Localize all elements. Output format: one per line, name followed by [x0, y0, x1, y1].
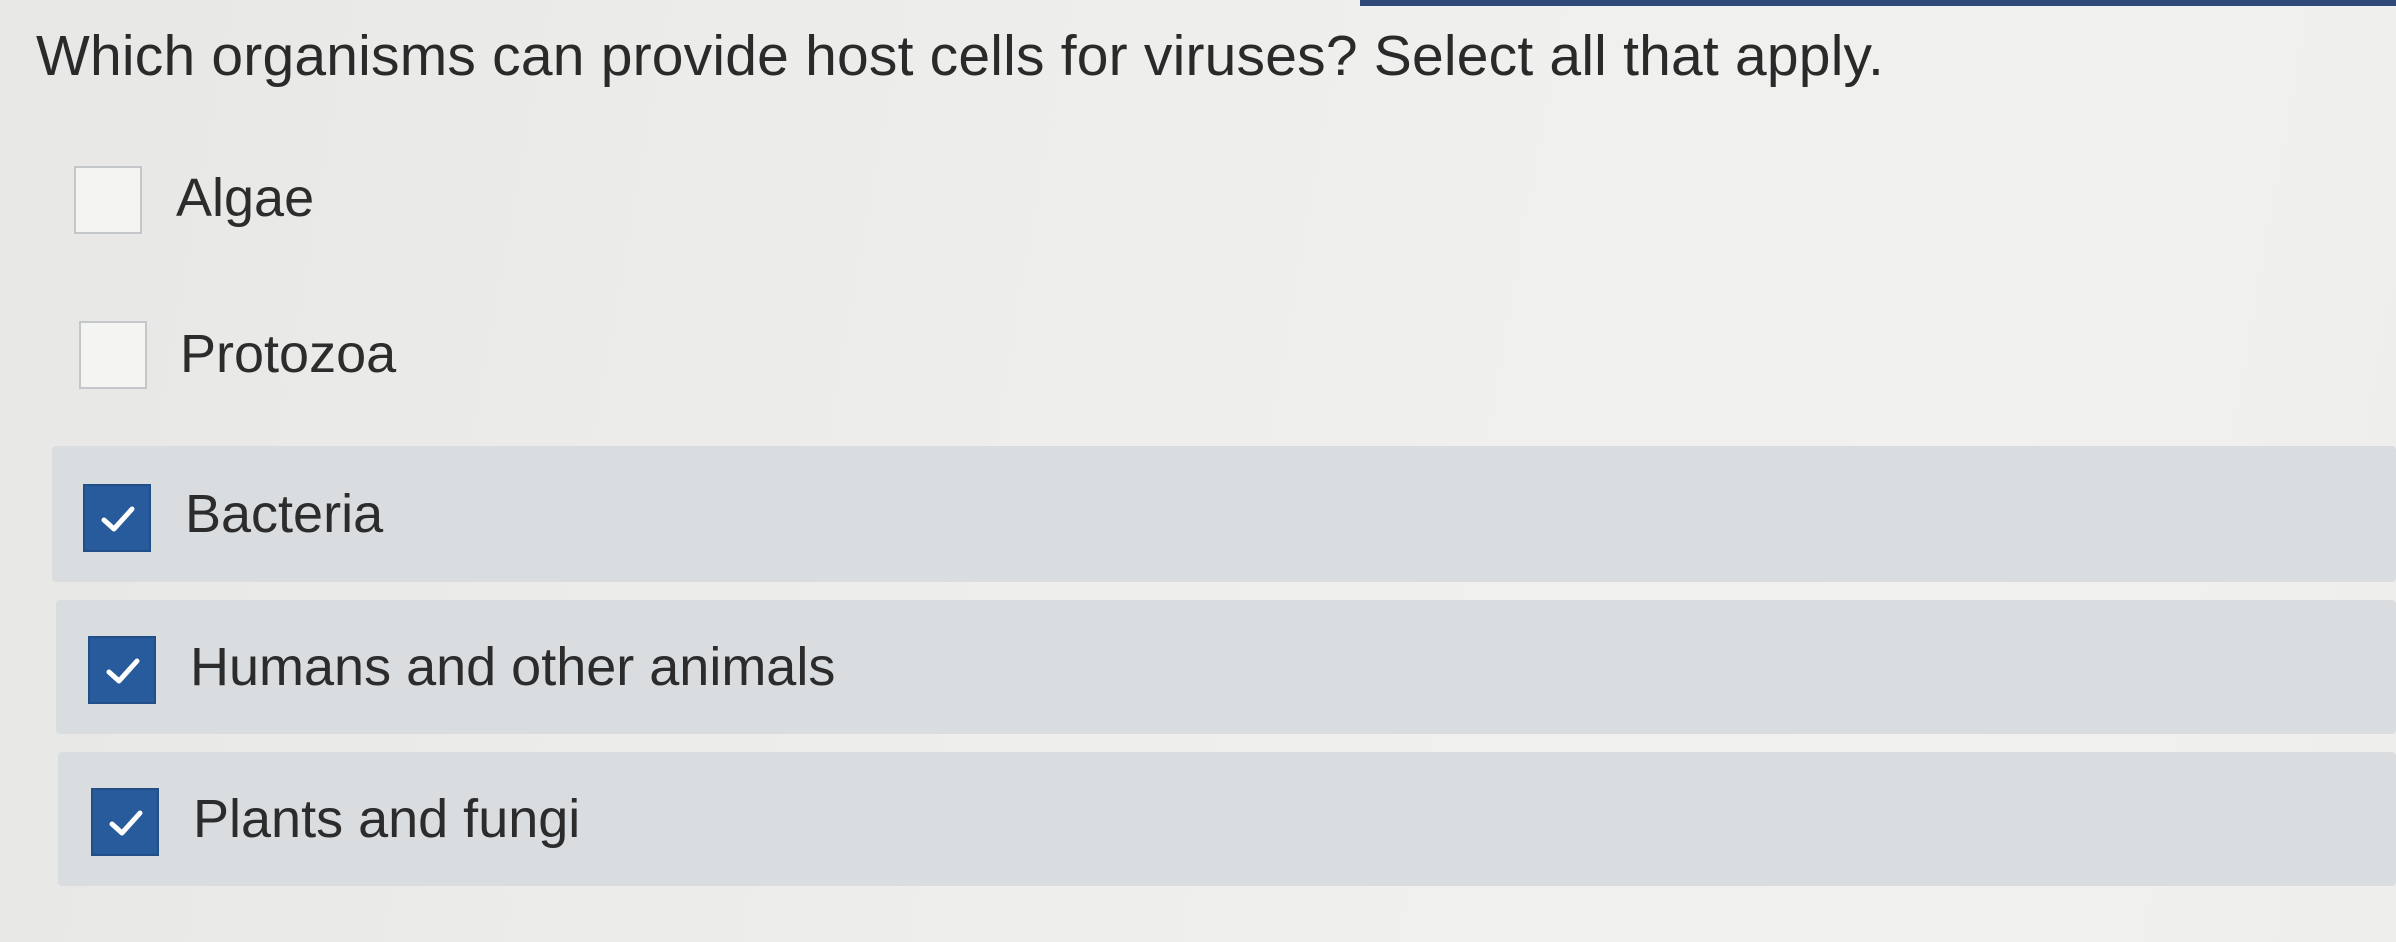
option-label: Plants and fungi: [193, 789, 581, 849]
option-protozoa[interactable]: Protozoa: [52, 318, 2372, 389]
answer-options: Algae Protozoa Bacteria Humans and other…: [0, 0, 2396, 942]
option-plants-and-fungi[interactable]: Plants and fungi: [58, 752, 2396, 886]
checkmark-icon: [109, 810, 143, 836]
checkmark-icon: [101, 506, 135, 532]
checkbox-algae[interactable]: [74, 166, 142, 234]
option-label: Humans and other animals: [190, 637, 836, 697]
option-label: Algae: [176, 168, 315, 228]
option-algae[interactable]: Algae: [52, 160, 2372, 234]
option-humans-and-other-animals[interactable]: Humans and other animals: [56, 600, 2396, 734]
checkbox-plants-and-fungi[interactable]: [91, 788, 159, 856]
checkbox-humans-and-other-animals[interactable]: [88, 636, 156, 704]
checkmark-icon: [106, 658, 140, 684]
option-label: Protozoa: [180, 324, 397, 384]
checkbox-protozoa[interactable]: [79, 321, 147, 389]
option-label: Bacteria: [185, 484, 384, 544]
option-bacteria[interactable]: Bacteria: [52, 446, 2396, 582]
checkbox-bacteria[interactable]: [83, 484, 151, 552]
